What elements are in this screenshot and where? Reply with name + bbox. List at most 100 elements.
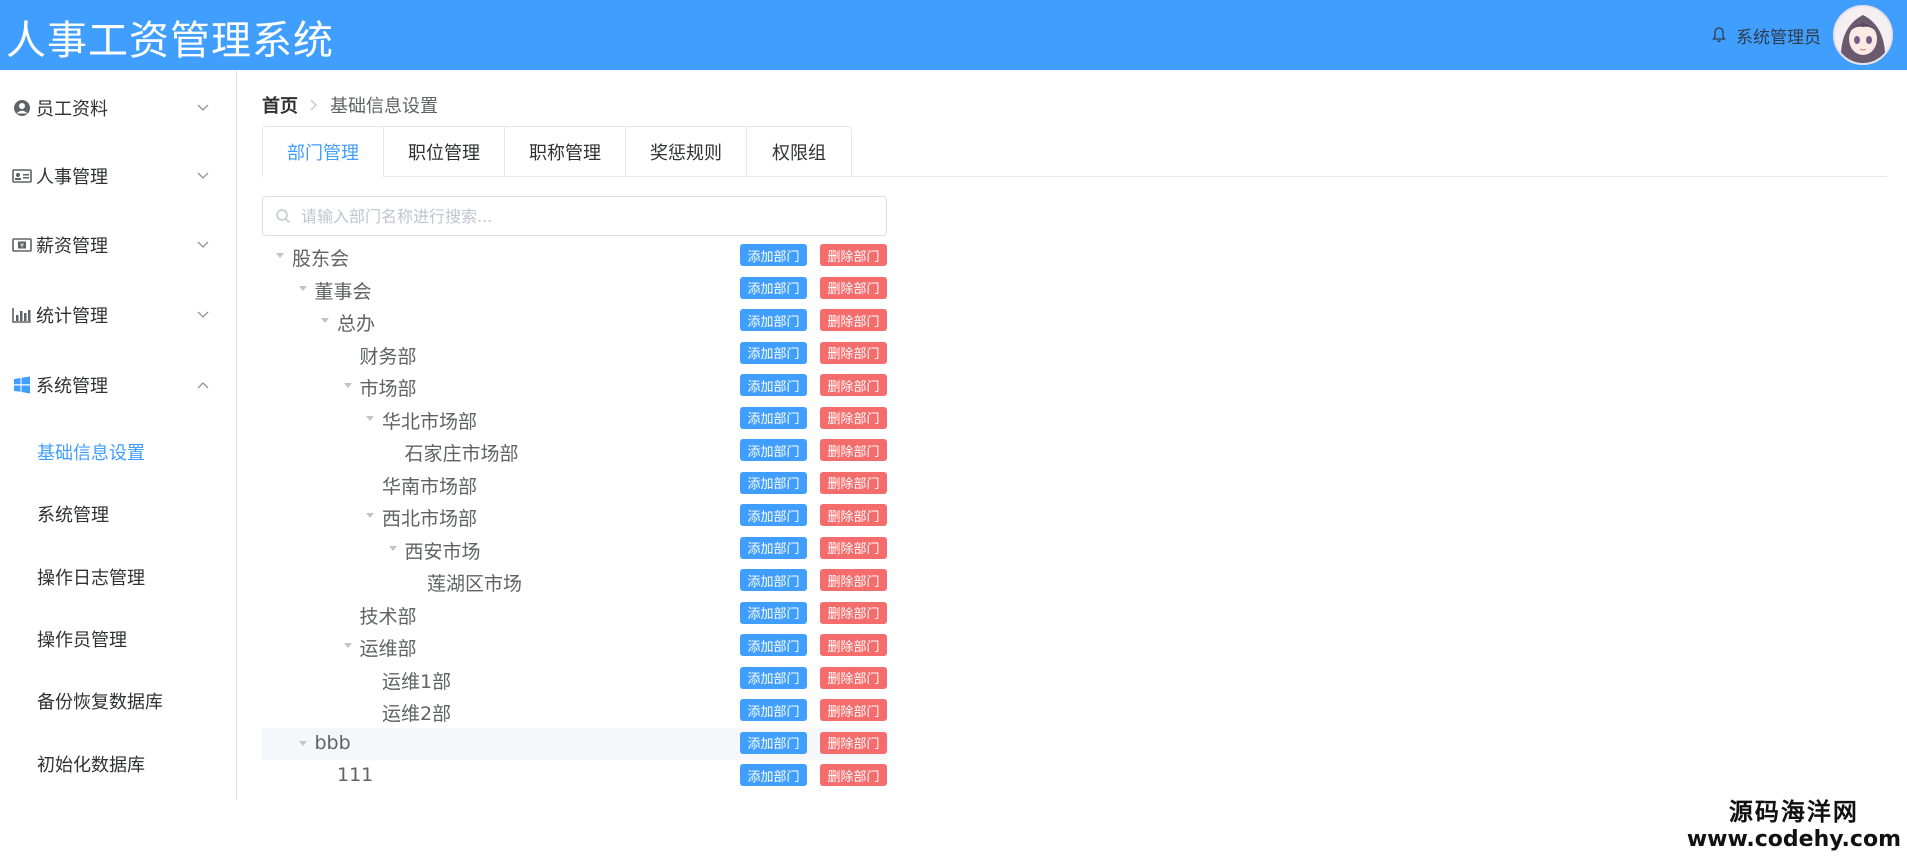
menu-salary[interactable]: ¥ 薪资管理 <box>0 215 236 275</box>
submenu-label: 备份恢复数据库 <box>37 692 163 713</box>
id-card-icon <box>12 166 32 186</box>
caret-down-icon[interactable] <box>274 250 286 262</box>
submenu-system-manage[interactable]: 系统管理 <box>0 488 236 540</box>
caret-down-icon[interactable] <box>319 315 331 327</box>
delete-department-button[interactable]: 删除部门 <box>820 601 887 624</box>
menu-label: 系统管理 <box>36 376 108 397</box>
tree-node[interactable]: 华北市场部 添加部门 删除部门 <box>262 403 888 436</box>
tab-permission-group[interactable]: 权限组 <box>747 127 851 177</box>
breadcrumb-home[interactable]: 首页 <box>262 92 298 118</box>
tab-bar: 部门管理 职位管理 职称管理 奖惩规则 权限组 <box>262 126 852 177</box>
delete-department-button[interactable]: 删除部门 <box>820 666 887 689</box>
tree-node-label: 华北市场部 <box>382 410 478 433</box>
delete-department-button[interactable]: 删除部门 <box>820 406 887 429</box>
tab-department[interactable]: 部门管理 <box>263 127 384 177</box>
caret-down-icon[interactable] <box>387 543 399 555</box>
add-department-button[interactable]: 添加部门 <box>740 569 807 591</box>
add-department-button[interactable]: 添加部门 <box>740 634 807 656</box>
tree-node[interactable]: 董事会 添加部门 删除部门 <box>262 273 888 306</box>
add-department-button[interactable]: 添加部门 <box>740 471 807 494</box>
tree-node[interactable]: 总办 添加部门 删除部门 <box>262 305 888 338</box>
tab-position[interactable]: 职位管理 <box>384 127 505 177</box>
submenu-init-database[interactable]: 初始化数据库 <box>0 738 236 790</box>
tab-job-title[interactable]: 职称管理 <box>505 127 626 177</box>
user-area[interactable]: 系统管理员 <box>1710 0 1893 70</box>
tree-node[interactable]: 财务部 添加部门 删除部门 <box>262 338 888 371</box>
search-input[interactable] <box>301 197 881 235</box>
delete-department-button[interactable]: 删除部门 <box>820 309 887 331</box>
windows-icon <box>12 375 32 395</box>
add-department-button[interactable]: 添加部门 <box>740 439 807 461</box>
add-department-button[interactable]: 添加部门 <box>740 536 807 559</box>
caret-down-icon[interactable] <box>342 380 354 392</box>
caret-down-icon[interactable] <box>297 283 309 295</box>
bell-icon[interactable] <box>1710 26 1728 44</box>
add-department-button[interactable]: 添加部门 <box>740 341 807 364</box>
delete-department-button[interactable]: 删除部门 <box>820 731 887 754</box>
add-department-button[interactable]: 添加部门 <box>740 406 807 429</box>
add-department-button[interactable]: 添加部门 <box>740 244 807 266</box>
delete-department-button[interactable]: 删除部门 <box>820 569 887 591</box>
tree-node[interactable]: bbb 添加部门 删除部门 <box>262 727 888 760</box>
menu-system[interactable]: 系统管理 <box>0 355 236 415</box>
tree-node[interactable]: 莲湖区市场 添加部门 删除部门 <box>262 565 888 598</box>
caret-down-icon[interactable] <box>364 413 376 425</box>
add-department-button[interactable]: 添加部门 <box>740 276 807 299</box>
menu-employee-info[interactable]: 员工资料 <box>0 78 236 138</box>
delete-department-button[interactable]: 删除部门 <box>820 504 887 526</box>
delete-department-button[interactable]: 删除部门 <box>820 471 887 494</box>
money-icon: ¥ <box>12 235 32 255</box>
caret-down-icon[interactable] <box>364 510 376 522</box>
add-department-button[interactable]: 添加部门 <box>740 504 807 526</box>
tree-node[interactable]: 股东会 添加部门 删除部门 <box>262 240 888 273</box>
submenu-operator-manage[interactable]: 操作员管理 <box>0 613 236 665</box>
tree-node[interactable]: 华南市场部 添加部门 删除部门 <box>262 468 888 501</box>
delete-department-button[interactable]: 删除部门 <box>820 536 887 559</box>
delete-department-button[interactable]: 删除部门 <box>820 244 887 266</box>
add-department-button[interactable]: 添加部门 <box>740 601 807 624</box>
submenu-backup-restore[interactable]: 备份恢复数据库 <box>0 675 236 727</box>
delete-department-button[interactable]: 删除部门 <box>820 374 887 396</box>
tree-node[interactable]: 市场部 添加部门 删除部门 <box>262 370 888 403</box>
add-department-button[interactable]: 添加部门 <box>740 699 807 721</box>
breadcrumb: 首页 基础信息设置 <box>262 92 438 118</box>
add-department-button[interactable]: 添加部门 <box>740 764 807 786</box>
tree-node[interactable]: 西北市场部 添加部门 删除部门 <box>262 500 888 533</box>
add-department-button[interactable]: 添加部门 <box>740 374 807 396</box>
tree-node[interactable]: 运维1部 添加部门 删除部门 <box>262 663 888 696</box>
delete-department-button[interactable]: 删除部门 <box>820 276 887 299</box>
caret-down-icon[interactable] <box>342 640 354 652</box>
tree-node[interactable]: 石家庄市场部 添加部门 删除部门 <box>262 435 888 468</box>
menu-statistics[interactable]: 统计管理 <box>0 285 236 345</box>
tab-reward-rules[interactable]: 奖惩规则 <box>626 127 747 177</box>
tree-node[interactable]: 111 添加部门 删除部门 <box>262 760 888 793</box>
user-name[interactable]: 系统管理员 <box>1736 23 1821 48</box>
menu-label: 统计管理 <box>36 306 108 327</box>
avatar[interactable] <box>1833 5 1893 65</box>
delete-department-button[interactable]: 删除部门 <box>820 634 887 656</box>
app-title: 人事工资管理系统 <box>6 18 334 64</box>
tree-node[interactable]: 运维部 添加部门 删除部门 <box>262 630 888 663</box>
add-department-button[interactable]: 添加部门 <box>740 666 807 689</box>
delete-department-button[interactable]: 删除部门 <box>820 439 887 461</box>
add-department-button[interactable]: 添加部门 <box>740 731 807 754</box>
tree-node[interactable]: 技术部 添加部门 删除部门 <box>262 598 888 631</box>
add-department-button[interactable]: 添加部门 <box>740 309 807 331</box>
tree-node-label: 111 <box>337 764 374 786</box>
delete-department-button[interactable]: 删除部门 <box>820 341 887 364</box>
delete-department-button[interactable]: 删除部门 <box>820 764 887 786</box>
top-header: 人事工资管理系统 系统管理员 <box>0 0 1907 70</box>
tree-node[interactable]: 运维2部 添加部门 删除部门 <box>262 695 888 728</box>
submenu-basic-info[interactable]: 基础信息设置 <box>0 426 236 478</box>
tree-node-label: 运维2部 <box>382 703 452 725</box>
caret-down-icon[interactable] <box>297 738 309 750</box>
search-box <box>262 196 887 236</box>
breadcrumb-current: 基础信息设置 <box>330 96 438 117</box>
menu-personnel[interactable]: 人事管理 <box>0 146 236 206</box>
delete-department-button[interactable]: 删除部门 <box>820 699 887 721</box>
user-circle-icon <box>12 98 32 118</box>
tree-node[interactable]: 西安市场 添加部门 删除部门 <box>262 533 888 566</box>
submenu-operation-log[interactable]: 操作日志管理 <box>0 551 236 603</box>
chevron-up-icon <box>196 378 210 392</box>
chevron-down-icon <box>196 169 210 183</box>
